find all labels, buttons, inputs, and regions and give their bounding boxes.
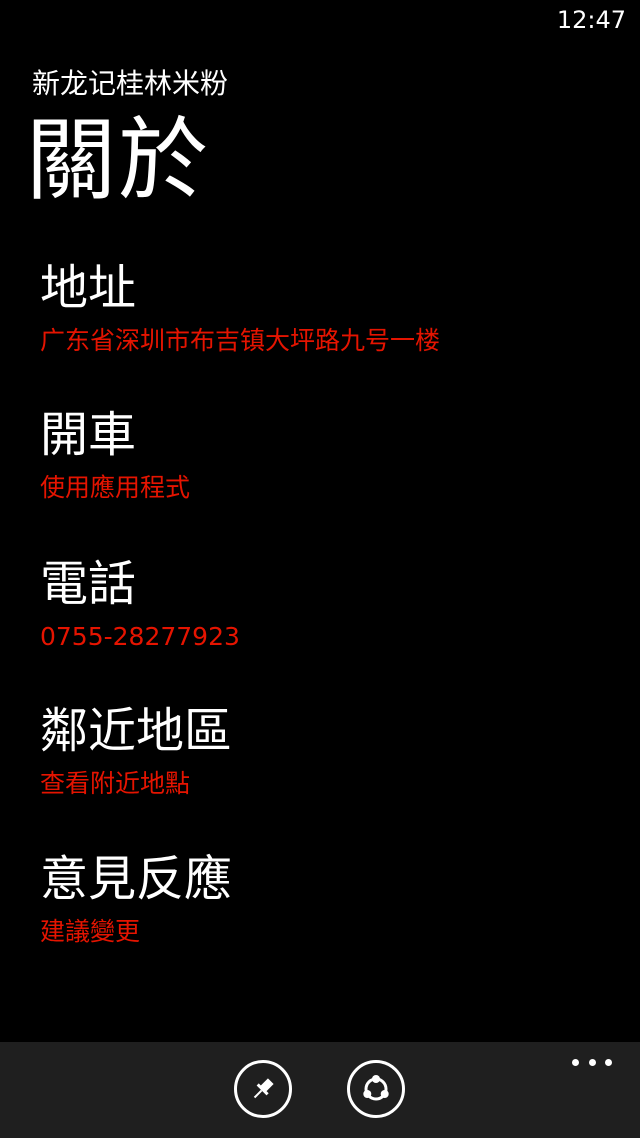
clock: 12:47	[556, 6, 626, 34]
menu-item-phone[interactable]: 電話 0755-28277923	[40, 554, 620, 674]
ellipsis-icon	[588, 1058, 596, 1066]
ellipsis-icon	[572, 1058, 579, 1066]
menu-item-nearby[interactable]: 鄰近地區 查看附近地點	[40, 701, 620, 821]
status-bar: 12:47	[0, 0, 640, 40]
menu-item-feedback[interactable]: 意見反應 建議變更	[40, 849, 620, 969]
menu-item-title: 鄰近地區	[40, 703, 233, 759]
pin-icon	[253, 1078, 274, 1099]
menu-item-title: 開車	[40, 407, 137, 463]
menu-item-title: 意見反應	[40, 851, 233, 907]
menu-item-subtitle: 使用應用程式	[40, 473, 191, 502]
menu-item-title: 電話	[40, 556, 137, 612]
page-title: 關於	[26, 108, 210, 213]
share-button[interactable]	[347, 1060, 405, 1118]
pin-button[interactable]	[234, 1060, 292, 1118]
share-icon	[363, 1075, 389, 1101]
menu-item-address[interactable]: 地址 广东省深圳市布吉镇大坪路九号一楼	[40, 258, 620, 378]
menu-item-subtitle: 0755-28277923	[40, 622, 240, 651]
menu-item-subtitle: 建議變更	[40, 917, 141, 946]
app-bar	[0, 1042, 640, 1138]
menu-item-directions[interactable]: 開車 使用應用程式	[40, 405, 620, 525]
app-title: 新龙记桂林米粉	[32, 67, 229, 100]
ellipsis-icon	[605, 1058, 612, 1066]
menu-item-title: 地址	[40, 260, 137, 316]
menu-item-subtitle: 查看附近地點	[40, 769, 191, 798]
menu-item-subtitle: 广东省深圳市布吉镇大坪路九号一楼	[40, 326, 441, 355]
more-options-button[interactable]	[572, 1056, 612, 1068]
